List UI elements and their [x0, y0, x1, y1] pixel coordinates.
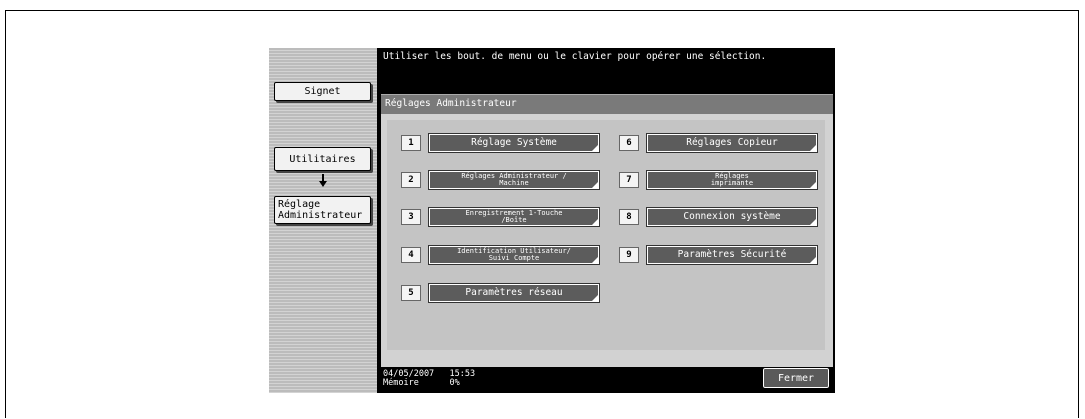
menu-item-8[interactable]: 8 Connexion système [619, 206, 818, 228]
menu-item-3[interactable]: 3 Enregistrement 1-Touche /Boîte [401, 206, 600, 228]
memory-label: Mémoire [383, 378, 419, 388]
reglages-administrateur-machine-button[interactable]: Réglages Administrateur / Machine [428, 170, 600, 190]
parametres-reseau-button[interactable]: Paramètres réseau [428, 283, 600, 303]
menu-item-4[interactable]: 4 Identification Utilisateur/ Suivi Comp… [401, 244, 600, 266]
enregistrement-1-touche-button[interactable]: Enregistrement 1-Touche /Boîte [428, 207, 600, 227]
menu-grid: 1 Réglage Système 2 Réglages Administrat… [387, 120, 825, 350]
menu-number: 7 [619, 172, 639, 188]
sidebar: Signet Utilitaires Réglage Administrateu… [269, 48, 377, 393]
reglages-copieur-button[interactable]: Réglages Copieur [646, 133, 818, 153]
menu-number: 6 [619, 135, 639, 151]
reglage-systeme-button[interactable]: Réglage Système [428, 133, 600, 153]
menu-item-7[interactable]: 7 Réglages imprimante [619, 169, 818, 191]
utilitaires-button[interactable]: Utilitaires [274, 147, 371, 171]
parametres-securite-button[interactable]: Paramètres Sécurité [646, 245, 818, 265]
menu-number: 3 [401, 209, 421, 225]
reglage-line1: Réglage [278, 199, 321, 210]
control-panel-screen: Signet Utilitaires Réglage Administrateu… [269, 48, 835, 393]
reglages-imprimante-button[interactable]: Réglages imprimante [646, 170, 818, 190]
menu-number: 4 [401, 247, 421, 263]
menu-number: 8 [619, 209, 639, 225]
menu-number: 2 [401, 172, 421, 188]
menu-number: 9 [619, 247, 639, 263]
identification-utilisateur-button[interactable]: Identification Utilisateur/ Suivi Compte [428, 245, 600, 265]
menu-item-2[interactable]: 2 Réglages Administrateur / Machine [401, 169, 600, 191]
status-area: 04/05/2007 15:53 Mémoire 0% [383, 370, 475, 388]
reglage-administrateur-button[interactable]: Réglage Administrateur [274, 196, 371, 224]
menu-item-6[interactable]: 6 Réglages Copieur [619, 132, 818, 154]
instruction-message: Utiliser les bout. de menu ou le clavier… [383, 51, 767, 62]
menu-panel: 1 Réglage Système 2 Réglages Administrat… [381, 114, 833, 367]
arrow-down-icon [319, 174, 327, 187]
reglage-line2: Administrateur [278, 210, 363, 221]
menu-number: 1 [401, 135, 421, 151]
menu-item-5[interactable]: 5 Paramètres réseau [401, 282, 600, 304]
signet-button[interactable]: Signet [274, 82, 371, 101]
menu-item-9[interactable]: 9 Paramètres Sécurité [619, 244, 818, 266]
fermer-button[interactable]: Fermer [762, 367, 830, 389]
menu-item-1[interactable]: 1 Réglage Système [401, 132, 600, 154]
window-title: Réglages Administrateur [381, 94, 833, 114]
memory-value: 0% [449, 378, 460, 388]
connexion-systeme-button[interactable]: Connexion système [646, 207, 818, 227]
menu-number: 5 [401, 285, 421, 301]
